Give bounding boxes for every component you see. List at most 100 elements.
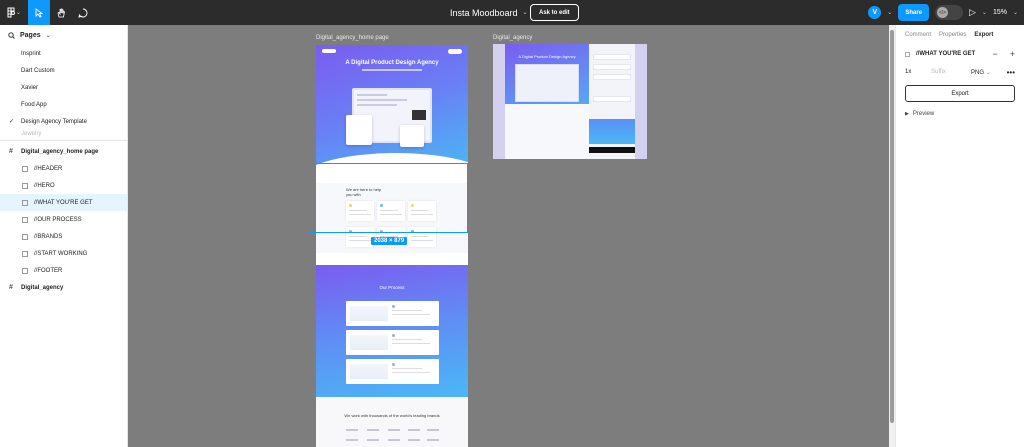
layer-footer[interactable]: //FOOTER — [0, 262, 127, 279]
mock-line — [357, 94, 387, 96]
layer-start-working[interactable]: //START WORKING — [0, 245, 127, 262]
dev-mode-toggle[interactable]: </> — [935, 5, 963, 20]
brand-logo — [427, 429, 439, 431]
section-icon — [22, 267, 28, 274]
layer-label: //HEADER — [34, 165, 63, 172]
export-settings-row: 1x Suffix PNG ⌄ ••• — [896, 63, 1024, 81]
frame-label[interactable]: Digital_agency — [493, 35, 532, 41]
page-item-insprint[interactable]: Insprint — [0, 45, 127, 62]
side-card — [593, 54, 631, 60]
page-label: Dart Custom — [21, 67, 55, 74]
brands-section[interactable]: We work with thousands of the world's le… — [316, 397, 468, 447]
tab-export[interactable]: Export — [974, 32, 993, 38]
pages-label: Pages — [20, 31, 41, 39]
main-menu-button[interactable]: ⌄ — [0, 0, 28, 25]
share-button[interactable]: Share — [898, 4, 929, 21]
chevron-right-icon: ▶ — [905, 111, 909, 117]
card-dot — [392, 305, 395, 308]
card-chart — [350, 335, 388, 350]
our-process-section[interactable]: Our Process — [316, 265, 468, 397]
play-icon[interactable]: ▷ — [969, 7, 976, 18]
export-suffix-input[interactable]: Suffix — [931, 69, 971, 75]
zoom-level[interactable]: 15% — [993, 9, 1007, 16]
layer-hero[interactable]: //HERO — [0, 177, 127, 194]
section-icon — [22, 165, 28, 172]
section-icon — [22, 182, 28, 189]
card-line — [392, 310, 422, 311]
card-line — [392, 314, 430, 315]
frame-digital-agency-home-page[interactable]: A Digital Product Design Agency We are h… — [316, 45, 468, 447]
process-card — [346, 301, 439, 326]
chevron-down-icon: ⌄ — [981, 10, 987, 16]
layer-what-youre-get[interactable]: //WHAT YOU'RE GET — [0, 194, 127, 211]
preview-toggle[interactable]: ▶ Preview — [896, 106, 1024, 122]
card-dot — [392, 334, 395, 337]
page-label: Insprint — [21, 50, 41, 57]
page-item-dart-custom[interactable]: Dart Custom — [0, 62, 127, 79]
brand-logo — [367, 429, 379, 431]
canvas[interactable]: Digital_agency_home page Digital_agency … — [128, 25, 895, 447]
pages-header[interactable]: Pages ⌄ — [0, 25, 127, 45]
tab-comment[interactable]: Comment — [905, 32, 931, 38]
layer-our-process[interactable]: //OUR PROCESS — [0, 211, 127, 228]
layer-frame-digital-agency[interactable]: # Digital_agency — [0, 279, 127, 296]
process-block — [589, 119, 635, 144]
document-title-text: Insta Moodboard — [450, 7, 518, 18]
card-chart — [350, 306, 388, 321]
layer-label: //HERO — [34, 182, 55, 189]
hero-title: A Digital Product Design Agency — [518, 54, 576, 59]
code-icon: </> — [937, 7, 948, 18]
footer-block — [589, 147, 635, 153]
mock-line — [357, 99, 407, 101]
page-item-food-app[interactable]: Food App — [0, 96, 127, 113]
export-button[interactable]: Export — [905, 85, 1015, 102]
move-tool-button[interactable] — [28, 0, 50, 25]
figma-logo-icon — [7, 7, 15, 18]
layer-brands[interactable]: //BRANDS — [0, 228, 127, 245]
frame-digital-agency[interactable]: A Digital Product Design Agency — [493, 44, 647, 159]
comment-tool-button[interactable] — [72, 0, 94, 25]
left-panel: Pages ⌄ Insprint Dart Custom Xavier Food… — [0, 25, 128, 447]
section-icon — [22, 199, 28, 206]
mock-image — [412, 110, 426, 120]
layer-label: //BRANDS — [34, 233, 63, 240]
frame-icon: # — [9, 284, 13, 291]
brand-logo — [408, 429, 420, 431]
avatar[interactable]: V — [868, 6, 882, 19]
chevron-down-icon: ⌄ — [15, 10, 22, 16]
tool-group: ⌄ — [0, 0, 94, 25]
remove-export-icon[interactable]: − — [992, 49, 997, 59]
layer-header[interactable]: //HEADER — [0, 160, 127, 177]
export-format-label: PNG — [971, 69, 985, 76]
layer-frame-digital-agency-home-page[interactable]: # Digital_agency_home page — [0, 143, 127, 160]
export-format-select[interactable]: PNG ⌄ — [971, 69, 997, 76]
ask-to-edit-button[interactable]: Ask to edit — [530, 4, 579, 21]
page-item-design-agency-template[interactable]: ✓ Design Agency Template — [0, 113, 127, 130]
page-item-jewelry[interactable]: Jewelry — [0, 130, 127, 138]
content-section — [505, 104, 589, 159]
add-export-icon[interactable]: + — [1010, 49, 1015, 59]
brand-logo — [388, 429, 400, 431]
brand-logo — [346, 439, 358, 441]
selection-box[interactable] — [309, 163, 468, 233]
tab-properties[interactable]: Properties — [939, 32, 966, 38]
search-icon[interactable] — [8, 31, 15, 39]
chevron-down-icon: ⌄ — [45, 32, 51, 39]
frame-label[interactable]: Digital_agency_home page — [316, 35, 389, 41]
canvas-scrollbar-thumb[interactable] — [890, 30, 894, 423]
selection-row: //WHAT YOU'RE GET − + — [896, 45, 1024, 63]
export-scale-select[interactable]: 1x — [905, 69, 931, 75]
card-dot — [392, 363, 395, 366]
page-label: Jewelry — [21, 131, 42, 137]
hand-tool-button[interactable] — [50, 0, 72, 25]
document-title[interactable]: Insta Moodboard ⌄ — [450, 0, 528, 25]
side-card — [593, 74, 631, 80]
layer-label: //OUR PROCESS — [34, 216, 82, 223]
section-title: We work with thousands of the world's le… — [344, 413, 440, 418]
hero-subtitle — [362, 69, 422, 71]
section-icon — [22, 250, 28, 257]
more-options-icon[interactable]: ••• — [1007, 68, 1015, 77]
page-item-xavier[interactable]: Xavier — [0, 79, 127, 96]
layer-label: //FOOTER — [34, 267, 63, 274]
hero-section: A Digital Product Design Agency — [505, 44, 589, 104]
